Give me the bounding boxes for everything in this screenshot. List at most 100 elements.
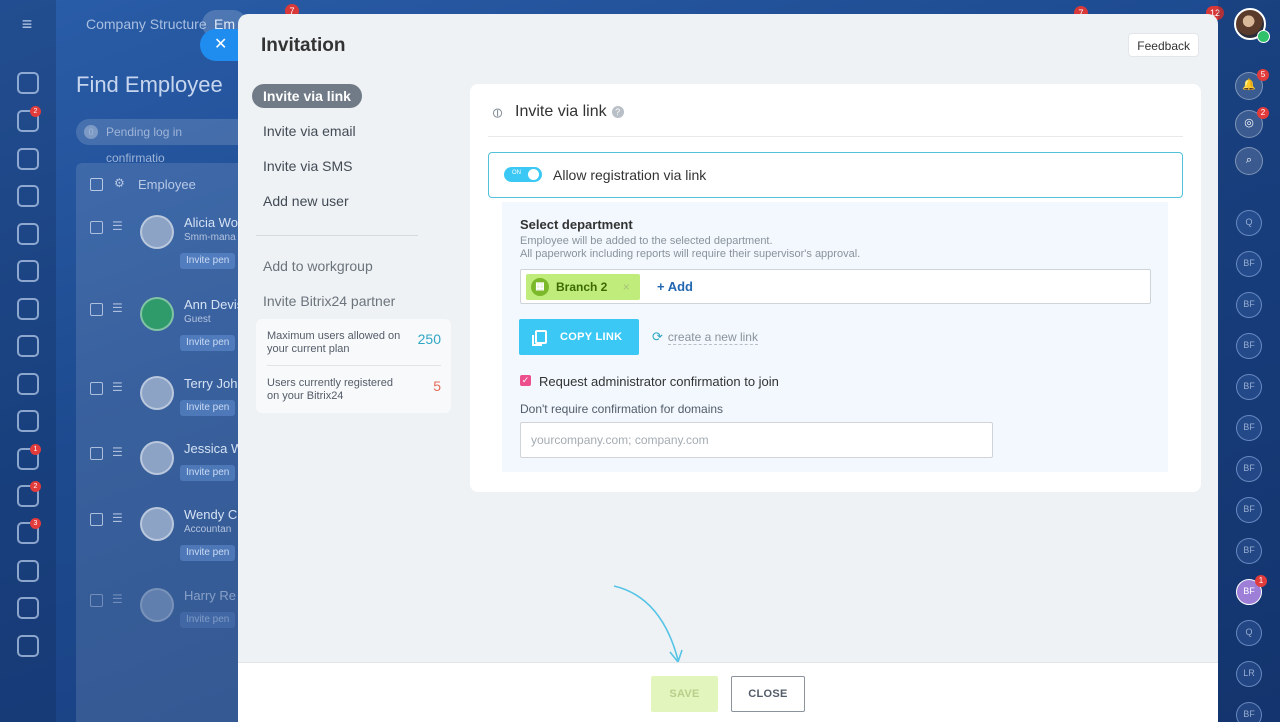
select-all-checkbox[interactable]: [90, 178, 103, 191]
row-status-chip: Invite pen: [180, 335, 236, 351]
tasks-badge: 1: [30, 444, 41, 455]
remove-tag-icon[interactable]: ×: [623, 274, 630, 300]
table-row[interactable]: ☰ Terry Joh Invite pen: [90, 376, 250, 426]
nav-add-to-workgroup[interactable]: Add to workgroup: [252, 254, 384, 278]
row-menu-icon[interactable]: ☰: [112, 511, 123, 525]
create-new-link[interactable]: ⟳ create a new link: [652, 329, 758, 345]
save-button[interactable]: SAVE: [651, 676, 718, 712]
link-icon: ⊘: [487, 102, 507, 123]
avatar[interactable]: BF: [1236, 497, 1262, 523]
play-icon[interactable]: [1257, 30, 1270, 43]
box-icon[interactable]: [17, 597, 39, 619]
avatar[interactable]: BF: [1236, 374, 1262, 400]
document-icon[interactable]: [17, 260, 39, 282]
toggle-knob: [528, 169, 539, 180]
help-icon[interactable]: ?: [611, 106, 624, 118]
row-checkbox[interactable]: [90, 221, 103, 234]
activity-icon[interactable]: [17, 72, 39, 94]
card-icon[interactable]: [17, 335, 39, 357]
people-icon[interactable]: [17, 410, 39, 432]
avatar[interactable]: BF: [1236, 251, 1262, 277]
row-status-chip: Invite pen: [180, 465, 236, 481]
allow-registration-toggle[interactable]: ON: [504, 167, 542, 182]
avatar[interactable]: BF: [1236, 292, 1262, 318]
copy-link-button[interactable]: COPY LINK: [519, 319, 639, 355]
table-row[interactable]: ☰ Alicia Woo Smm-mana Invite pen: [90, 215, 250, 269]
table-row[interactable]: ☰ Harry Re Invite pen: [90, 588, 250, 638]
row-status-chip: Invite pen: [180, 253, 236, 269]
table-row[interactable]: ☰ Jessica W Invite pen: [90, 441, 250, 491]
filter-badge: 3: [30, 518, 41, 529]
building-icon: ▦: [531, 278, 549, 296]
avatar[interactable]: BF: [1236, 456, 1262, 482]
nav-invite-partner[interactable]: Invite Bitrix24 partner: [252, 289, 406, 313]
department-settings: Select department Employee will be added…: [502, 202, 1168, 472]
avatar[interactable]: BF: [1236, 538, 1262, 564]
avatar[interactable]: BF: [1236, 415, 1262, 441]
notification-badge: 5: [1257, 69, 1269, 81]
pending-filter[interactable]: 0 Pending log in confirmatio: [76, 119, 251, 165]
schedule-icon[interactable]: [17, 560, 39, 582]
row-name[interactable]: Jessica W: [184, 441, 243, 456]
avatar[interactable]: Q: [1236, 620, 1262, 646]
hexagon-icon[interactable]: [17, 185, 39, 207]
row-menu-icon[interactable]: ☰: [112, 592, 123, 606]
row-menu-icon[interactable]: ☰: [112, 445, 123, 459]
hamburger-menu-icon[interactable]: ≡: [16, 14, 38, 34]
nav-invite-via-link[interactable]: Invite via link: [252, 84, 362, 108]
row-name[interactable]: Ann Devis: [184, 297, 243, 312]
request-confirmation-row[interactable]: ✓ Request administrator confirmation to …: [520, 374, 779, 389]
row-checkbox[interactable]: [90, 594, 103, 607]
domains-input[interactable]: [520, 422, 993, 458]
nav-invite-via-sms[interactable]: Invite via SMS: [252, 154, 363, 178]
row-checkbox[interactable]: [90, 303, 103, 316]
department-tag[interactable]: ▦ Branch 2 ×: [526, 274, 640, 300]
hint-arrow-icon: [613, 585, 683, 664]
row-menu-icon[interactable]: ☰: [112, 380, 123, 394]
chat-badge: 2: [30, 106, 41, 117]
row-name[interactable]: Harry Re: [184, 588, 236, 603]
nav-add-new-user[interactable]: Add new user: [252, 189, 360, 213]
feedback-button[interactable]: Feedback: [1128, 33, 1199, 57]
tab-company-structure[interactable]: Company Structure: [74, 10, 219, 38]
avatar[interactable]: BF: [1236, 702, 1262, 722]
search-chat-icon[interactable]: ⌕: [1235, 147, 1263, 175]
request-confirmation-checkbox[interactable]: ✓: [520, 375, 531, 386]
row-name[interactable]: Alicia Woo: [184, 215, 245, 230]
nav-invite-via-email[interactable]: Invite via email: [252, 119, 367, 143]
department-selector[interactable]: ▦ Branch 2 × + Add: [520, 269, 1151, 304]
row-checkbox[interactable]: [90, 513, 103, 526]
row-menu-icon[interactable]: ☰: [112, 301, 123, 315]
mail-icon[interactable]: [17, 373, 39, 395]
gear-icon[interactable]: ⚙: [114, 176, 125, 190]
row-menu-icon[interactable]: ☰: [112, 219, 123, 233]
toggle-state: ON: [512, 170, 521, 176]
avatar[interactable]: Q: [1236, 210, 1262, 236]
department-title: Select department: [520, 217, 633, 232]
avatar[interactable]: LR: [1236, 661, 1262, 687]
close-icon: ✕: [214, 36, 228, 53]
avatar: [140, 441, 174, 475]
table-row[interactable]: ☰ Wendy Cl Accountan Invite pen: [90, 507, 250, 561]
table-row[interactable]: ☰ Ann Devis Guest Invite pen: [90, 297, 250, 351]
max-users-value: 250: [417, 331, 441, 347]
row-name[interactable]: Wendy Cl: [184, 507, 240, 522]
settings-icon[interactable]: [17, 635, 39, 657]
row-status-chip: Invite pen: [180, 400, 236, 416]
allow-registration-row: ON Allow registration via link: [488, 152, 1183, 198]
contact-icon[interactable]: [17, 298, 39, 320]
row-checkbox[interactable]: [90, 382, 103, 395]
copy-link-label: COPY LINK: [560, 331, 623, 343]
calendar-icon[interactable]: [17, 223, 39, 245]
max-users-row: Maximum users allowed on your current pl…: [267, 330, 441, 356]
feed-icon[interactable]: [17, 148, 39, 170]
slider-title: Invitation: [261, 35, 346, 56]
avatar[interactable]: BF: [1236, 333, 1262, 359]
avatar: [140, 215, 174, 249]
row-name[interactable]: Terry Joh: [184, 376, 237, 391]
card-heading-text: Invite via link: [515, 103, 607, 120]
row-position: Guest: [184, 314, 211, 325]
add-department-link[interactable]: + Add: [657, 279, 693, 294]
close-button[interactable]: CLOSE: [731, 676, 805, 712]
row-checkbox[interactable]: [90, 447, 103, 460]
